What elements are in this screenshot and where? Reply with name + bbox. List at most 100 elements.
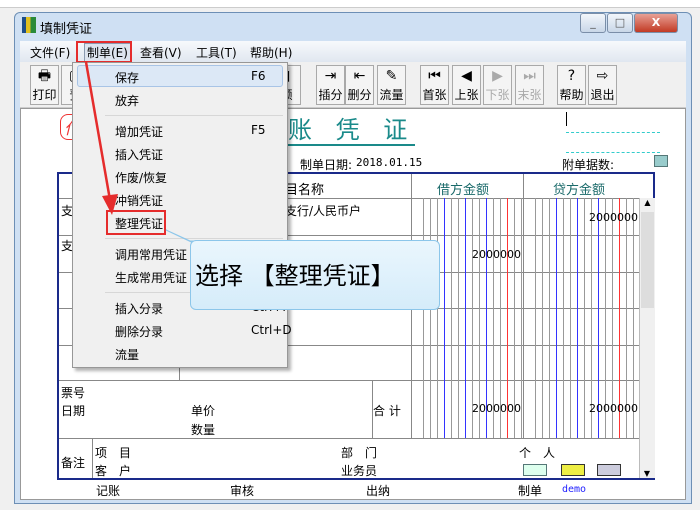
amount-digit-line [563, 198, 564, 438]
price-label: 单价 [191, 404, 216, 418]
close-button[interactable]: X [634, 13, 678, 33]
cashier-label: 出纳 [366, 484, 391, 498]
scrollbar[interactable]: ▲ ▼ [639, 198, 655, 478]
toolbar-button-3[interactable]: ⇥ 插分 [316, 65, 345, 105]
row1-account[interactable]: 支行/人民币户 [285, 202, 361, 219]
menu-shortcut: F6 [251, 69, 266, 83]
menu-item-8[interactable]: 生成常用凭证 [115, 269, 187, 286]
menu-item-10[interactable]: 删除分录 [115, 323, 163, 340]
attachments-label: 附单据数: [562, 158, 615, 172]
window-title: 填制凭证 [40, 22, 93, 37]
person-label: 个 人 [519, 446, 556, 460]
amount-digit-line [430, 198, 431, 438]
toolbar-button-0[interactable]: 🖶 打印 [30, 65, 59, 105]
maker-name: demo [562, 484, 587, 495]
scroll-up-icon[interactable]: ▲ [640, 198, 655, 207]
amount-digit-line [570, 198, 571, 438]
department-label: 部 门 [341, 446, 378, 460]
card-icon[interactable] [561, 464, 585, 476]
notes-label: 备注 [61, 456, 86, 470]
maker-label: 制单 [518, 484, 543, 498]
amount-digit-line [521, 198, 522, 438]
dotted-line [566, 152, 660, 153]
toolbar-label: 首张 [422, 88, 447, 102]
header-credit: 贷方金额 [553, 183, 606, 198]
customer-label: 客 户 [95, 464, 132, 478]
toolbar-label: 删分 [347, 88, 372, 102]
help-icon: ? [567, 68, 576, 84]
total-label: 合 计 [373, 404, 401, 418]
scroll-down-icon[interactable]: ▼ [640, 469, 654, 478]
amount-digit-line [465, 198, 466, 438]
audit-label: 审核 [230, 484, 255, 498]
toolbar-button-7[interactable]: ◀ 上张 [452, 65, 481, 105]
grid-col-line [523, 174, 524, 438]
exit-icon: ⇨ [596, 68, 609, 84]
menu-shortcut: F5 [251, 123, 266, 137]
menu-item-5[interactable]: 冲销凭证 [115, 192, 163, 209]
ticket-label: 票号 [61, 386, 86, 400]
menu-item-7[interactable]: 调用常用凭证 [115, 246, 187, 263]
toolbar-button-5[interactable]: ✎ 流量 [377, 65, 406, 105]
insert-entry-icon: ⇥ [324, 68, 337, 84]
menu-shortcut: Ctrl+D [251, 323, 292, 337]
total-credit: 2000000 [589, 402, 638, 415]
grid-row-line [59, 438, 639, 439]
toolbar-label: 流量 [379, 88, 404, 102]
date-value[interactable]: 2018.01.15 [356, 156, 422, 169]
prev-icon: ◀ [461, 68, 472, 84]
menu-item-3[interactable]: 插入凭证 [115, 146, 163, 163]
toolbar-button-10[interactable]: ? 帮助 [557, 65, 586, 105]
amount-digit-line [577, 198, 578, 438]
toolbar-label: 上张 [454, 88, 479, 102]
amount-digit-line [542, 198, 543, 438]
post-label: 记账 [96, 484, 121, 498]
menu-item-4[interactable]: 作废/恢复 [115, 169, 167, 186]
minimize-button[interactable]: _ [580, 13, 606, 33]
menu-help[interactable]: 帮助(H) [250, 44, 292, 61]
row2-debit[interactable]: 2000000 [472, 248, 521, 261]
next-icon: ▶ [492, 68, 503, 84]
menu-view[interactable]: 查看(V) [140, 44, 182, 61]
flow-icon: ✎ [385, 68, 398, 84]
note-icon[interactable] [523, 464, 547, 476]
amount-digit-line [549, 198, 550, 438]
menu-separator [105, 115, 283, 116]
toolbar-button-6[interactable]: ⏮ 首张 [420, 65, 449, 105]
first-icon: ⏮ [428, 68, 441, 84]
instruction-callout: 选择 【整理凭证】 [190, 240, 440, 310]
menu-item-11[interactable]: 流量 [115, 346, 139, 363]
menu-item-9[interactable]: 插入分录 [115, 300, 163, 317]
date-label: 制单日期: [300, 158, 353, 172]
amount-digit-line [444, 198, 445, 438]
toolbar-label: 帮助 [559, 88, 584, 102]
pen-icon[interactable] [597, 464, 621, 476]
toolbar-button-11[interactable]: ⇨ 退出 [588, 65, 617, 105]
maximize-button[interactable]: □ [607, 13, 633, 33]
row1-credit[interactable]: 2000000 [589, 211, 638, 224]
toolbar-button-8[interactable]: ▶ 下张 [483, 65, 512, 105]
scroll-thumb[interactable] [641, 212, 654, 308]
toolbar-label: 末张 [517, 88, 542, 102]
header-account: 目名称 [285, 183, 325, 198]
grid-col-line [92, 438, 93, 478]
voucher-number-cursor[interactable] [566, 112, 567, 126]
amount-digit-line [556, 198, 557, 438]
menu-item-2[interactable]: 增加凭证 [115, 123, 163, 140]
search-icon[interactable] [654, 155, 668, 167]
last-icon: ⏭ [523, 68, 536, 84]
voucher-title: 账 凭 证 [288, 116, 416, 146]
menu-file[interactable]: 文件(F) [30, 44, 70, 61]
toolbar-button-4[interactable]: ⇤ 删分 [345, 65, 374, 105]
toolbar-button-9[interactable]: ⏭ 末张 [515, 65, 544, 105]
printer-icon: 🖶 [37, 68, 52, 84]
background-window [0, 0, 700, 8]
menu-tools[interactable]: 工具(T) [196, 44, 237, 61]
amount-digit-line [458, 198, 459, 438]
toolbar-label: 退出 [590, 88, 615, 102]
total-debit: 2000000 [472, 402, 521, 415]
app-icon [22, 17, 36, 33]
delete-entry-icon: ⇤ [353, 68, 366, 84]
toolbar-label: 下张 [485, 88, 510, 102]
salesman-label: 业务员 [341, 464, 378, 478]
